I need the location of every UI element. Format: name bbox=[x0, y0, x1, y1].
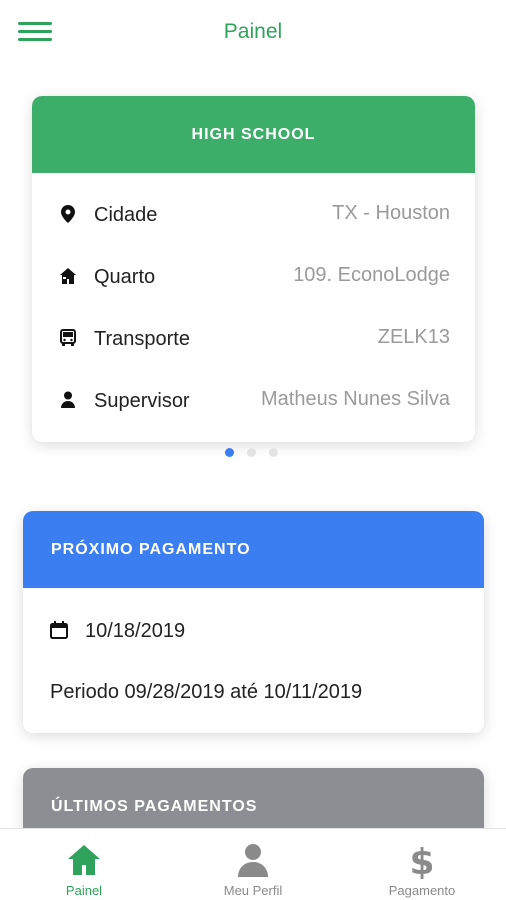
tab-painel-label: Painel bbox=[65, 883, 103, 898]
city-label: Cidade bbox=[94, 204, 158, 226]
payment-period: Periodo 09/28/2019 até 10/11/2019 bbox=[50, 681, 363, 703]
next-payment-title: PRÓXIMO PAGAMENTO bbox=[23, 511, 484, 588]
location-pin-icon bbox=[58, 204, 78, 224]
info-row-city: Cidade TX - Houston bbox=[32, 200, 475, 230]
profile-icon bbox=[234, 841, 272, 879]
tab-painel[interactable]: Painel bbox=[0, 829, 168, 900]
carousel-dot[interactable] bbox=[247, 448, 256, 457]
person-icon bbox=[58, 390, 78, 410]
room-value: 109. EconoLodge bbox=[293, 264, 450, 286]
dollar-icon: $ bbox=[403, 841, 441, 883]
tab-meu-perfil[interactable]: Meu Perfil bbox=[169, 829, 337, 900]
svg-text:$: $ bbox=[409, 842, 434, 879]
info-row-transport: Transporte ZELK13 bbox=[32, 324, 475, 354]
next-payment-date: 10/18/2019 bbox=[85, 620, 186, 642]
hotel-icon bbox=[58, 266, 78, 286]
app-header: Painel bbox=[0, 0, 506, 64]
city-value: TX - Houston bbox=[332, 202, 450, 224]
supervisor-value: Matheus Nunes Silva bbox=[261, 388, 450, 410]
carousel-dot-active[interactable] bbox=[225, 448, 234, 457]
supervisor-label: Supervisor bbox=[94, 390, 190, 412]
transport-label: Transporte bbox=[94, 328, 190, 350]
next-payment-date-row: 10/18/2019 bbox=[23, 616, 484, 646]
carousel-pager bbox=[225, 448, 285, 458]
info-row-room: Quarto 109. EconoLodge bbox=[32, 262, 475, 292]
calendar-icon bbox=[50, 621, 68, 644]
tab-pagamento[interactable]: $ Pagamento bbox=[338, 829, 506, 900]
tab-meu-perfil-label: Meu Perfil bbox=[223, 883, 283, 898]
bus-icon bbox=[58, 328, 78, 348]
info-row-supervisor: Supervisor Matheus Nunes Silva bbox=[32, 386, 475, 416]
school-info-card-body: Cidade TX - Houston Quarto 109. EconoLod… bbox=[32, 96, 475, 442]
transport-value: ZELK13 bbox=[377, 326, 450, 348]
next-payment-card[interactable]: PRÓXIMO PAGAMENTO 10/18/2019 Periodo 09/… bbox=[23, 511, 484, 733]
tab-pagamento-label: Pagamento bbox=[388, 883, 456, 898]
page-title: Painel bbox=[223, 20, 283, 43]
carousel-dot[interactable] bbox=[269, 448, 278, 457]
bottom-tab-bar: Painel Meu Perfil $ Pagamento bbox=[0, 828, 506, 900]
home-icon bbox=[65, 841, 103, 879]
room-label: Quarto bbox=[94, 266, 156, 288]
